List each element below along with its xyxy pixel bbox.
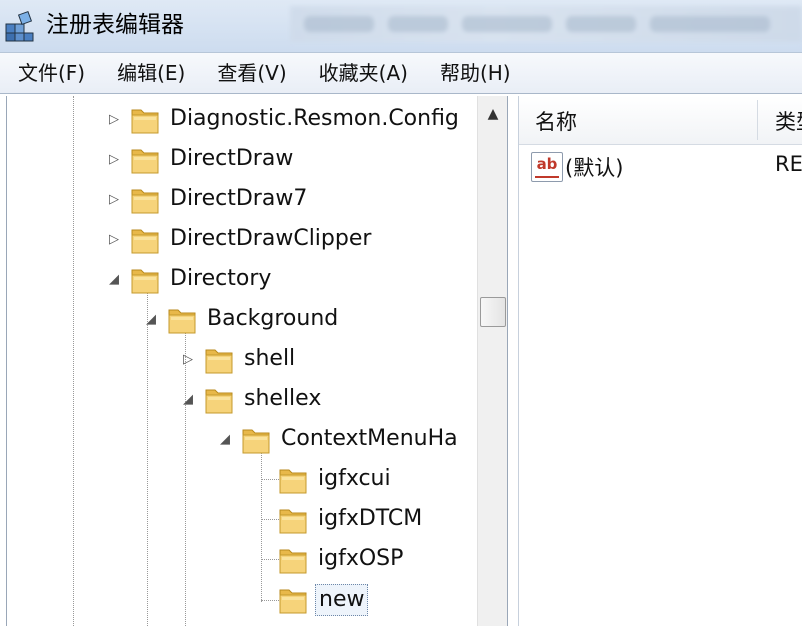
folder-icon: [240, 423, 272, 457]
collapsed-triangle-icon[interactable]: ▷: [107, 193, 121, 207]
tree-node[interactable]: igfxOSP: [7, 540, 477, 580]
tree-node-label[interactable]: igfxDTCM: [315, 504, 425, 534]
folder-icon: [277, 583, 309, 617]
folder-icon: [277, 463, 309, 497]
scroll-thumb[interactable]: [480, 297, 506, 327]
collapsed-triangle-icon[interactable]: ▷: [181, 353, 195, 367]
tree-node[interactable]: ▷ shell: [7, 340, 477, 380]
tree-node[interactable]: ◢ ContextMenuHa: [7, 420, 477, 460]
tree-node[interactable]: ▷ DirectDraw7: [7, 180, 477, 220]
value-name: (默认): [565, 156, 624, 180]
tree-node[interactable]: igfxcui: [7, 460, 477, 500]
folder-icon: [203, 343, 235, 377]
tree-node[interactable]: ▷ DirectDraw: [7, 140, 477, 180]
tree-node-label[interactable]: igfxcui: [315, 464, 394, 494]
registry-editor-icon: [5, 10, 34, 42]
collapsed-triangle-icon[interactable]: ▷: [107, 113, 121, 127]
tree-node-label[interactable]: igfxOSP: [315, 544, 406, 574]
tree-node-label[interactable]: shellex: [241, 384, 324, 414]
tree-node[interactable]: ▷ Diagnostic.Resmon.Config: [7, 100, 477, 140]
menu-help[interactable]: 帮助(H): [422, 53, 525, 93]
tree-node[interactable]: igfxDTCM: [7, 500, 477, 540]
string-value-ab-icon: ab: [531, 152, 563, 182]
folder-icon: [129, 223, 161, 257]
expanded-triangle-icon[interactable]: ◢: [144, 313, 158, 327]
menu-bar: 文件(F) 编辑(E) 查看(V) 收藏夹(A) 帮助(H): [0, 53, 802, 94]
folder-icon: [129, 103, 161, 137]
title-bar: 注册表编辑器: [0, 0, 802, 53]
tree-node[interactable]: ◢ shellex: [7, 380, 477, 420]
tree-node[interactable]: ◢ Background: [7, 300, 477, 340]
column-header-name[interactable]: 名称: [535, 106, 577, 136]
folder-icon: [166, 303, 198, 337]
expanded-triangle-icon[interactable]: ◢: [181, 393, 195, 407]
tree-node-label[interactable]: Background: [204, 304, 341, 334]
tree-node[interactable]: ◢ Directory: [7, 260, 477, 300]
column-divider[interactable]: [757, 100, 758, 140]
tree-node[interactable]: ▷ DirectDrawClipper: [7, 220, 477, 260]
tree-node-label[interactable]: DirectDraw7: [167, 184, 310, 214]
value-row[interactable]: ab (默认) RE: [519, 148, 802, 186]
collapsed-triangle-icon[interactable]: ▷: [107, 153, 121, 167]
folder-icon: [277, 543, 309, 577]
scroll-up-arrow-icon[interactable]: ▲: [478, 96, 507, 132]
expanded-triangle-icon[interactable]: ◢: [107, 273, 121, 287]
collapsed-triangle-icon[interactable]: ▷: [107, 233, 121, 247]
folder-icon: [203, 383, 235, 417]
expanded-triangle-icon[interactable]: ◢: [218, 433, 232, 447]
folder-icon: [129, 143, 161, 177]
tree-node-label[interactable]: new: [315, 584, 369, 616]
list-header: 名称 类型: [519, 96, 802, 145]
menu-favorites[interactable]: 收藏夹(A): [301, 53, 422, 93]
tree-node-label[interactable]: DirectDrawClipper: [167, 224, 374, 254]
registry-key-tree[interactable]: ▷ Diagnostic.Resmon.Config ▷ DirectDraw ▷ Dir…: [6, 96, 508, 626]
menu-edit[interactable]: 编辑(E): [99, 53, 199, 93]
tree-node[interactable]: new: [7, 580, 477, 620]
value-type: RE: [775, 152, 802, 176]
blurred-title-area: [290, 6, 802, 42]
tree-node-label[interactable]: DirectDraw: [167, 144, 296, 174]
tree-node-label[interactable]: Directory: [167, 264, 274, 294]
tree-node-label[interactable]: ContextMenuHa: [278, 424, 461, 454]
tree-node-label[interactable]: Diagnostic.Resmon.Config: [167, 104, 462, 134]
folder-icon: [277, 503, 309, 537]
column-header-type[interactable]: 类型: [775, 106, 802, 136]
tree-node-label[interactable]: shell: [241, 344, 298, 374]
folder-icon: [129, 263, 161, 297]
tree-vertical-scrollbar[interactable]: ▲: [477, 96, 507, 626]
menu-view[interactable]: 查看(V): [199, 53, 300, 93]
registry-value-list[interactable]: 名称 类型 ab (默认) RE: [518, 96, 802, 626]
window-title: 注册表编辑器: [46, 12, 184, 38]
folder-icon: [129, 183, 161, 217]
menu-file[interactable]: 文件(F): [0, 53, 99, 93]
tree-rows: ▷ Diagnostic.Resmon.Config ▷ DirectDraw ▷ Dir…: [7, 96, 477, 626]
